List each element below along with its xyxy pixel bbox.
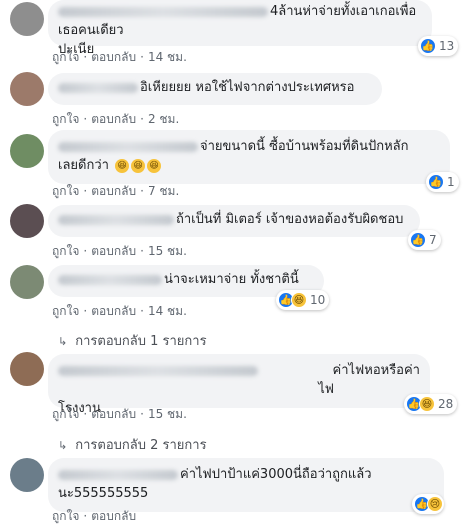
comment-actions: ถูกใจ · ตอบกลับ · 7 ชม. xyxy=(52,182,179,201)
comment-text: อิเหียยยย หอใช้ไฟจากต่างประเทศหรอ xyxy=(140,80,355,95)
avatar[interactable] xyxy=(10,2,44,36)
like-link[interactable]: ถูกใจ xyxy=(52,182,79,201)
laughing-emoji-icon: 😆 xyxy=(115,158,130,173)
comment-text: ถ้าเป็นที่ มิเตอร์ เจ้าของหอต้องรับผิดชอ… xyxy=(176,212,404,227)
reaction-summary[interactable]: 👍 1 xyxy=(426,172,459,192)
reply-arrow-icon: ↳ xyxy=(58,335,68,348)
comment-text: น่าจะเหมาจ่าย ทั้งชาตินี้ xyxy=(164,272,299,287)
reply-link[interactable]: ตอบกลับ xyxy=(91,507,136,526)
like-link[interactable]: ถูกใจ xyxy=(52,242,79,261)
comment-bubble: ถ้าเป็นที่ มิเตอร์ เจ้าของหอต้องรับผิดชอ… xyxy=(48,205,420,237)
reaction-summary[interactable]: 👍 😆 10 xyxy=(276,290,330,310)
comment-text: ค่าไฟปาป้าแค่3000นี่ถือว่าถูกแล้ว xyxy=(180,467,372,482)
like-link[interactable]: ถูกใจ xyxy=(52,48,79,67)
like-icon: 👍 xyxy=(428,174,444,190)
commenter-name[interactable] xyxy=(58,274,162,285)
comment-actions: ถูกใจ · ตอบกลับ · 14 ชม. xyxy=(52,302,187,321)
view-replies-link[interactable]: ↳ การตอบกลับ 2 รายการ xyxy=(58,434,207,455)
comment-text: ค่าไฟหอหรือค่าไฟ xyxy=(318,363,420,397)
comment-time[interactable]: 15 ชม. xyxy=(148,405,187,424)
view-replies-link[interactable]: ↳ การตอบกลับ 1 รายการ xyxy=(58,330,207,351)
laughing-emoji-icon: 😆 xyxy=(147,158,162,173)
avatar[interactable] xyxy=(10,265,44,299)
comment-actions: ถูกใจ · ตอบกลับ · 15 ชม. xyxy=(52,405,187,424)
reply-link[interactable]: ตอบกลับ xyxy=(91,405,136,424)
avatar[interactable] xyxy=(10,204,44,238)
commenter-name[interactable] xyxy=(58,141,198,152)
like-icon: 👍 xyxy=(420,38,436,54)
avatar[interactable] xyxy=(10,134,44,168)
sad-icon: 😢 xyxy=(427,496,443,512)
avatar[interactable] xyxy=(10,72,44,106)
commenter-name[interactable] xyxy=(58,469,178,480)
laughing-emoji-icon: 😆 xyxy=(131,158,146,173)
comment-time[interactable]: 7 ชม. xyxy=(148,182,179,201)
comment-bubble: ค่าไฟปาป้าแค่3000นี่ถือว่าถูกแล้ว นะ5555… xyxy=(48,458,444,512)
reply-link[interactable]: ตอบกลับ xyxy=(91,182,136,201)
like-icon: 👍 xyxy=(410,232,426,248)
comment-text-line2: เลยดีกว่า xyxy=(58,158,109,173)
commenter-name[interactable] xyxy=(58,366,258,376)
comment-bubble: ค่าไฟหอหรือค่าไฟ โรงงาน xyxy=(48,354,430,416)
reaction-count: 28 xyxy=(438,397,454,411)
replies-count: การตอบกลับ 2 รายการ xyxy=(75,438,207,453)
comment-time[interactable]: 2 ชม. xyxy=(148,110,179,129)
comment-time[interactable]: 14 ชม. xyxy=(148,48,187,67)
reply-link[interactable]: ตอบกลับ xyxy=(91,110,136,129)
comment-time[interactable]: 14 ชม. xyxy=(148,302,187,321)
haha-icon: 😆 xyxy=(291,292,307,308)
avatar[interactable] xyxy=(10,352,44,386)
reaction-count: 13 xyxy=(439,39,455,53)
avatar[interactable] xyxy=(10,458,44,492)
comment-text-line2: นะ555555555 xyxy=(58,486,149,501)
comment-text: จ่ายขนาดนี้ ซื้อบ้านพร้อมที่ดินปักหลัก xyxy=(200,139,409,154)
comment-bubble: 4ล้านห่าจ่ายทั้งเอาเกอเพื่อเธอคนเดียว ปะ… xyxy=(48,0,432,57)
comment-bubble: อิเหียยยย หอใช้ไฟจากต่างประเทศหรอ xyxy=(48,73,382,105)
reaction-count: 10 xyxy=(310,293,326,307)
reaction-summary[interactable]: 👍 7 xyxy=(408,230,441,250)
like-link[interactable]: ถูกใจ xyxy=(52,405,79,424)
reply-link[interactable]: ตอบกลับ xyxy=(91,242,136,261)
replies-count: การตอบกลับ 1 รายการ xyxy=(75,334,207,349)
reaction-summary[interactable]: 👍 😢 xyxy=(412,494,444,514)
like-link[interactable]: ถูกใจ xyxy=(52,302,79,321)
comment-actions: ถูกใจ · ตอบกลับ · 15 ชม. xyxy=(52,242,187,261)
commenter-name[interactable] xyxy=(58,82,138,93)
like-link[interactable]: ถูกใจ xyxy=(52,507,79,526)
comment-actions: ถูกใจ · ตอบกลับ xyxy=(52,507,136,526)
reply-arrow-icon: ↳ xyxy=(58,439,68,452)
reaction-count: 1 xyxy=(447,175,455,189)
reaction-summary[interactable]: 👍 13 xyxy=(418,36,459,56)
commenter-name[interactable] xyxy=(58,6,268,17)
comment-actions: ถูกใจ · ตอบกลับ · 14 ชม. xyxy=(52,48,187,67)
comment-time[interactable]: 15 ชม. xyxy=(148,242,187,261)
reply-link[interactable]: ตอบกลับ xyxy=(91,48,136,67)
reaction-summary[interactable]: 👍 😆 28 xyxy=(404,394,458,414)
comment-bubble: จ่ายขนาดนี้ ซื้อบ้านพร้อมที่ดินปักหลัก เ… xyxy=(48,130,450,184)
reaction-count: 7 xyxy=(429,233,437,247)
haha-icon: 😆 xyxy=(419,396,435,412)
comment-actions: ถูกใจ · ตอบกลับ · 2 ชม. xyxy=(52,110,179,129)
commenter-name[interactable] xyxy=(58,214,174,225)
like-link[interactable]: ถูกใจ xyxy=(52,110,79,129)
reply-link[interactable]: ตอบกลับ xyxy=(91,302,136,321)
